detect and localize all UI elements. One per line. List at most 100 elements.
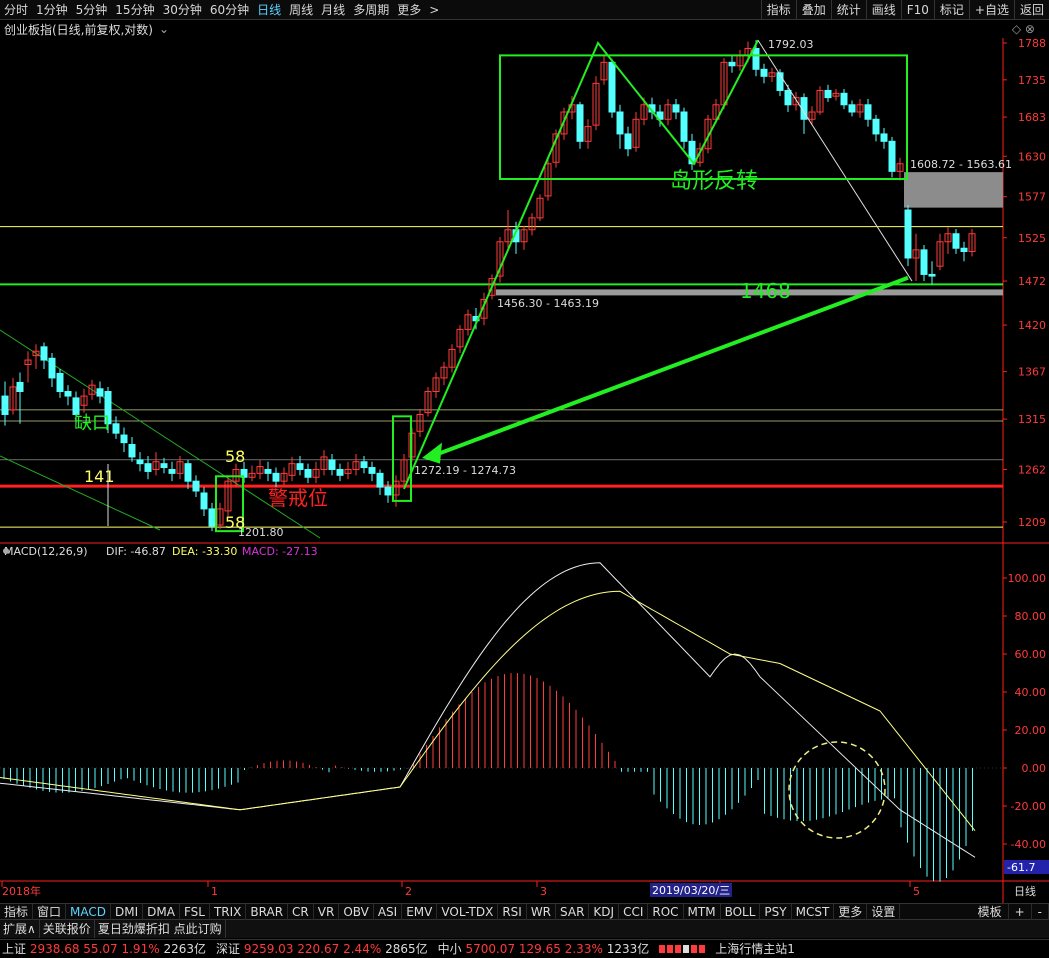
indicator-tab-4[interactable]: DMA (143, 903, 180, 920)
candle-body (928, 273, 936, 277)
candle (272, 467, 280, 488)
indicator-tab-14[interactable]: RSI (498, 903, 527, 920)
candle (24, 351, 32, 383)
station-name: 上海行情主站1 (715, 941, 795, 956)
indicator-right-0[interactable]: 模板 (972, 903, 1009, 920)
period-toolbar: 分时 1分钟 5分钟 15分钟 30分钟 60分钟 日线 周线 月线 多周期 更多 > 指标 叠加 统计 画线… (0, 0, 1049, 20)
gap3-label: 1272.19 - 1274.73 (414, 464, 516, 477)
indicator-tab-9[interactable]: VR (314, 903, 340, 920)
candle-body (616, 111, 624, 135)
tool-button-1[interactable]: 叠加 (795, 0, 831, 20)
candle (224, 475, 232, 516)
period-tab-1[interactable]: 1分钟 (32, 0, 72, 20)
indicator-right-1[interactable]: + (1009, 903, 1032, 920)
tool-button-7[interactable]: 返回 (1013, 0, 1049, 20)
indicator-tab-11[interactable]: ASI (374, 903, 403, 920)
indicator-right-2[interactable]: - (1032, 903, 1049, 920)
sz-name: 深证 (215, 941, 240, 956)
period-tab-3[interactable]: 15分钟 (111, 0, 158, 20)
period-tab-0[interactable]: 分时 (0, 0, 32, 20)
candle (120, 427, 128, 453)
candle-body (952, 233, 960, 249)
candle (176, 455, 184, 480)
indicator-tab-7[interactable]: BRAR (246, 903, 289, 920)
candle-body (72, 397, 80, 415)
tool-button-3[interactable]: 画线 (865, 0, 901, 20)
candle-body (96, 388, 104, 397)
candle (160, 457, 168, 474)
signal-bars-icon (659, 944, 706, 953)
indicator-tab-15[interactable]: WR (527, 903, 557, 920)
period-tab-4[interactable]: 30分钟 (159, 0, 206, 20)
tool-button-0[interactable]: 指标 (760, 0, 796, 20)
indicator-tab-1[interactable]: 窗口 (33, 903, 67, 920)
candle (776, 69, 784, 97)
period-tab-10[interactable]: 更多 (393, 0, 425, 20)
indicator-tab-3[interactable]: DMI (111, 903, 144, 920)
island-reversal-label: 岛形反转 (670, 169, 758, 194)
indicator-tab-6[interactable]: TRIX (210, 903, 247, 920)
candle (56, 368, 64, 398)
time-label: 5 (913, 885, 920, 898)
price-label: 1315 (1018, 413, 1046, 426)
extension-item-1[interactable]: 关联报价 (40, 920, 95, 938)
candle-body (576, 104, 584, 142)
indicator-tab-25[interactable]: 设置 (867, 903, 901, 920)
candle (576, 101, 584, 149)
indicator-tab-13[interactable]: VOL-TDX (437, 903, 499, 920)
indicator-tab-20[interactable]: MTM (684, 903, 721, 920)
candle-body (208, 508, 216, 527)
indicator-tab-0[interactable]: 指标 (0, 903, 34, 920)
candle (816, 86, 824, 115)
candle (768, 67, 776, 82)
indicator-tab-24[interactable]: 更多 (834, 903, 868, 920)
indicator-tab-19[interactable]: ROC (648, 903, 684, 920)
chevron-down-icon[interactable]: ⌄ (159, 22, 169, 36)
candle (728, 55, 736, 73)
chart-area[interactable]: 1788 1735 1683 1630 1577 1525 1472 1420 1367 1315… (0, 38, 1049, 903)
macd-histogram (3, 673, 973, 882)
extension-item-0[interactable]: 扩展∧ (0, 920, 40, 938)
candle (256, 459, 264, 480)
period-tab-8[interactable]: 月线 (317, 0, 349, 20)
time-period-label: 日线 (1014, 884, 1036, 898)
zx-name: 中小 (437, 941, 462, 956)
indicator-tab-2[interactable]: MACD (66, 903, 112, 920)
period-tab-9[interactable]: 多周期 (349, 0, 393, 20)
candle (216, 502, 224, 530)
candle-body (136, 459, 144, 465)
tool-button-5[interactable]: 标记 (933, 0, 969, 20)
extension-item-2[interactable]: 夏日劲爆折扣 点此订购 (95, 920, 226, 938)
indicator-tab-17[interactable]: KDJ (589, 903, 620, 920)
candle (912, 233, 920, 282)
period-tab-7[interactable]: 周线 (285, 0, 317, 20)
more-arrow-icon[interactable]: > (425, 0, 443, 20)
indicator-tab-22[interactable]: PSY (760, 903, 792, 920)
candle (832, 89, 840, 101)
tool-button-2[interactable]: 统计 (830, 0, 866, 20)
tool-button-6[interactable]: +自选 (968, 0, 1014, 20)
window-controls[interactable]: ◇ ⊗ (1012, 22, 1035, 36)
indicator-tab-23[interactable]: MCST (792, 903, 835, 920)
candle (304, 463, 312, 484)
indicator-tab-10[interactable]: OBV (339, 903, 374, 920)
indicator-tab-8[interactable]: CR (288, 903, 314, 920)
period-tab-5[interactable]: 60分钟 (206, 0, 253, 20)
candle-body (880, 133, 888, 142)
arrow-head-icon (422, 442, 442, 464)
tool-button-4[interactable]: F10 (900, 0, 934, 20)
candle-body (368, 467, 376, 474)
indicator-tab-18[interactable]: CCI (619, 903, 649, 920)
period-tab-2[interactable]: 5分钟 (72, 0, 112, 20)
candle-body (272, 472, 280, 482)
indicator-tab-21[interactable]: BOLL (721, 903, 761, 920)
candle (792, 91, 800, 111)
indicator-tab-5[interactable]: FSL (180, 903, 210, 920)
indicator-tab-16[interactable]: SAR (556, 903, 590, 920)
indicator-tab-12[interactable]: EMV (402, 903, 438, 920)
sh-pct: 1.91% (121, 941, 160, 956)
price-label: 1472 (1018, 275, 1046, 288)
period-tab-6[interactable]: 日线 (253, 0, 285, 20)
candle (896, 157, 904, 181)
candle (800, 93, 808, 134)
